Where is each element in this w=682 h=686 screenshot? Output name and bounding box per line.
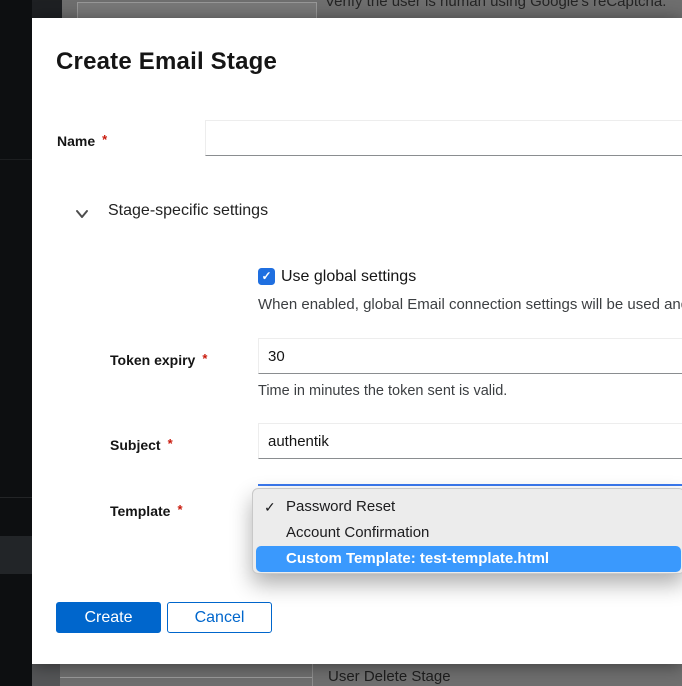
chevron-down-icon[interactable] (75, 206, 89, 216)
use-global-settings-checkbox[interactable]: ✓ (258, 268, 275, 285)
backdrop-select-column (32, 664, 60, 686)
required-asterisk: * (177, 502, 182, 517)
backdrop-table-cell-dark (32, 0, 62, 18)
dropdown-option-label: Account Confirmation (286, 520, 429, 546)
check-icon: ✓ (261, 269, 271, 283)
dropdown-option-label: Custom Template: test-template.html (286, 546, 549, 572)
backdrop-top-strip: Verify the user is human using Google's … (32, 0, 682, 18)
template-select-focus-border (258, 484, 682, 486)
backdrop-column-divider (312, 664, 313, 686)
backdrop-bottom-strip: User Delete Stage (32, 664, 682, 686)
cancel-button[interactable]: Cancel (167, 602, 272, 633)
backdrop-row-divider (60, 677, 312, 678)
token-expiry-label-text: Token expiry (110, 352, 195, 368)
template-label: Template * (110, 503, 183, 519)
token-expiry-input[interactable] (258, 338, 682, 374)
dropdown-option-password-reset[interactable]: ✓ Password Reset (253, 494, 682, 520)
subject-input[interactable] (258, 423, 682, 459)
sidebar-divider (0, 497, 32, 498)
use-global-settings-help: When enabled, global Email connection se… (258, 296, 682, 313)
backdrop-recaptcha-text: Verify the user is human using Google's … (325, 0, 666, 10)
name-input[interactable] (205, 120, 682, 156)
sidebar-active-item (0, 536, 32, 574)
sidebar-divider (0, 159, 32, 160)
backdrop-table-cell (77, 2, 317, 18)
token-expiry-help: Time in minutes the token sent is valid. (258, 383, 507, 399)
subject-label-text: Subject (110, 437, 161, 453)
subject-label: Subject * (110, 437, 173, 453)
create-email-stage-modal: Create Email Stage Name * Stage-specific … (32, 18, 682, 664)
template-label-text: Template (110, 503, 170, 519)
required-asterisk: * (102, 132, 107, 147)
selected-check-icon: ✓ (264, 494, 280, 520)
modal-title: Create Email Stage (56, 48, 277, 76)
name-label: Name * (57, 133, 107, 149)
template-dropdown-menu: ✓ Password Reset Account Confirmation Cu… (252, 488, 682, 574)
dropdown-option-custom-template[interactable]: Custom Template: test-template.html (256, 546, 681, 572)
app-sidebar (0, 0, 32, 686)
backdrop-stage-name-text: User Delete Stage (328, 668, 451, 685)
name-label-text: Name (57, 133, 95, 149)
app-screen: Verify the user is human using Google's … (0, 0, 682, 686)
dropdown-option-label: Password Reset (286, 494, 395, 520)
required-asterisk: * (168, 436, 173, 451)
create-button[interactable]: Create (56, 602, 161, 633)
section-header-stage-specific-settings[interactable]: Stage-specific settings (108, 202, 268, 220)
token-expiry-label: Token expiry * (110, 352, 207, 368)
required-asterisk: * (202, 351, 207, 366)
dropdown-option-account-confirmation[interactable]: Account Confirmation (253, 520, 682, 546)
use-global-settings-label[interactable]: Use global settings (281, 268, 416, 286)
